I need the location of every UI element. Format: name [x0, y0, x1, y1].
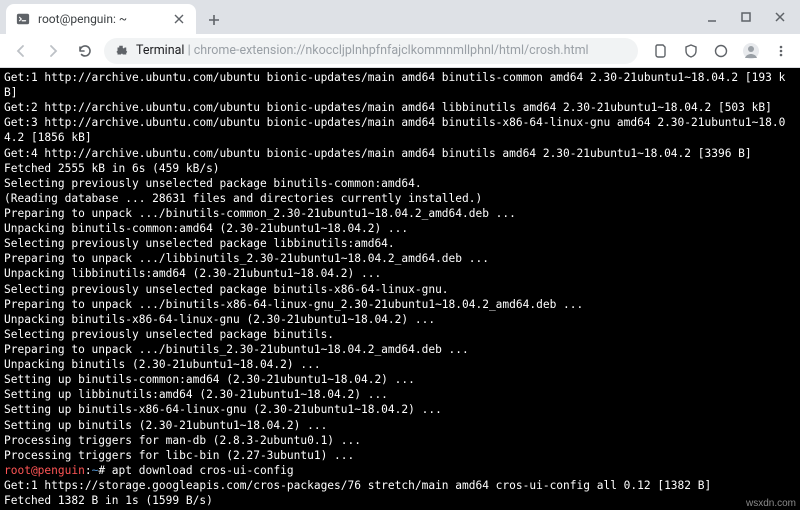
- back-button-icon[interactable]: [8, 38, 34, 64]
- watermark-text: wsxdn.com: [746, 498, 796, 509]
- menu-dots-icon[interactable]: [770, 40, 792, 62]
- maximize-icon[interactable]: [734, 5, 758, 29]
- new-tab-button[interactable]: [200, 6, 228, 34]
- tab-close-icon[interactable]: [172, 12, 186, 26]
- tab-strip: root@penguin: ~: [0, 0, 800, 34]
- window-controls: [700, 0, 800, 34]
- browser-toolbar: Terminal | chrome-extension://nkoccljpln…: [0, 34, 800, 68]
- forward-button-icon[interactable]: [40, 38, 66, 64]
- tab-active[interactable]: root@penguin: ~: [6, 4, 196, 34]
- tab-title: root@penguin: ~: [38, 12, 164, 26]
- evernote-extension-icon[interactable]: [650, 40, 672, 62]
- close-window-icon[interactable]: [768, 5, 792, 29]
- toolbar-right-icons: [644, 40, 792, 62]
- circle-extension-icon[interactable]: [710, 40, 732, 62]
- user-avatar-icon[interactable]: [740, 40, 762, 62]
- omnibox-text: Terminal | chrome-extension://nkoccljpln…: [136, 43, 589, 58]
- omnibox[interactable]: Terminal | chrome-extension://nkoccljpln…: [104, 38, 638, 64]
- terminal-output[interactable]: Get:1 http://archive.ubuntu.com/ubuntu b…: [0, 68, 800, 510]
- extension-puzzle-icon: [114, 44, 128, 58]
- terminal-favicon-icon: [16, 12, 30, 26]
- shield-extension-icon[interactable]: [680, 40, 702, 62]
- minimize-icon[interactable]: [700, 5, 724, 29]
- reload-button-icon[interactable]: [72, 38, 98, 64]
